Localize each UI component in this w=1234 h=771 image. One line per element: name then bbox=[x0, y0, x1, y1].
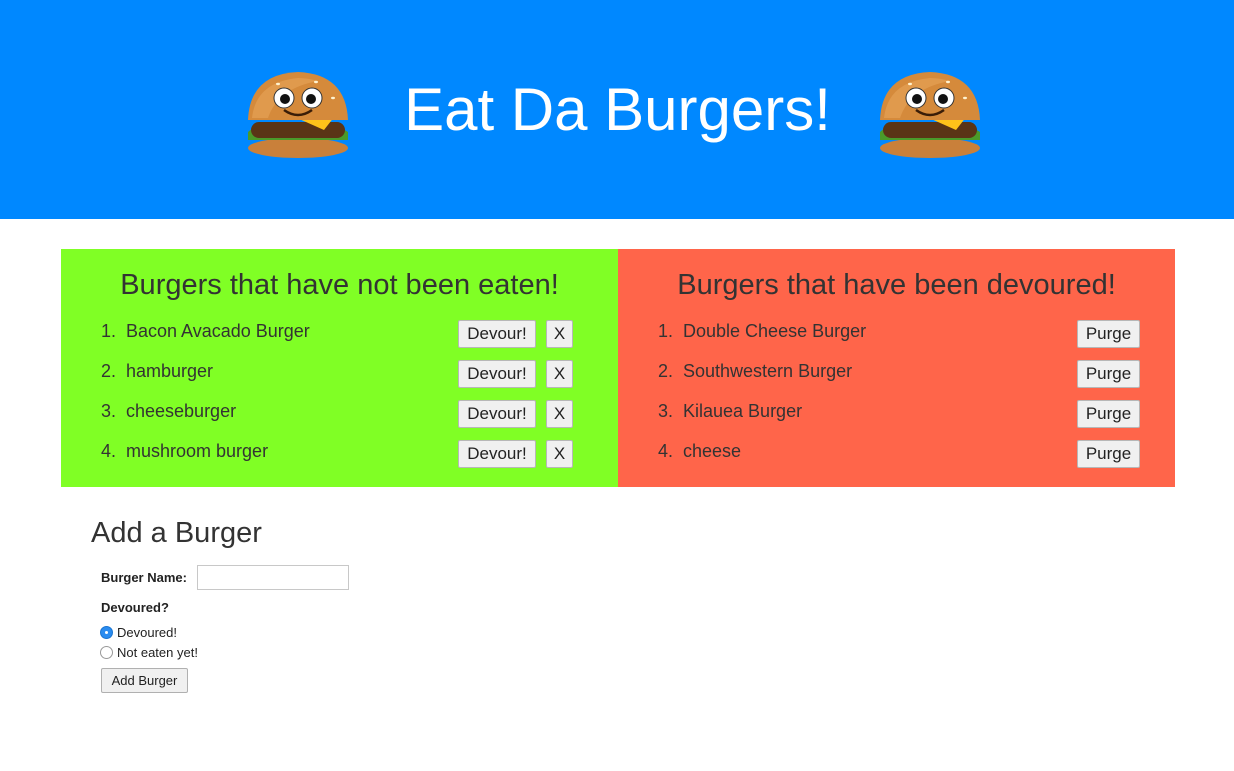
devour-button[interactable]: Devour! bbox=[458, 360, 536, 388]
devoured-question-label: Devoured? bbox=[101, 600, 169, 615]
item-number: 1. bbox=[101, 321, 117, 341]
page-header: Eat Da Burgers! bbox=[0, 0, 1234, 219]
page-title: Eat Da Burgers! bbox=[404, 76, 831, 143]
burger-name: Double Cheese Burger bbox=[683, 321, 867, 341]
uneaten-panel-title: Burgers that have not been eaten! bbox=[120, 269, 559, 301]
burger-name: Bacon Avacado Burger bbox=[126, 321, 310, 341]
list-item: 2. hamburger Devour! X bbox=[61, 360, 618, 400]
burger-mascot-icon bbox=[870, 68, 990, 160]
burger-name: Kilauea Burger bbox=[683, 401, 803, 421]
devour-button[interactable]: Devour! bbox=[458, 320, 536, 348]
burger-name: cheese bbox=[683, 441, 742, 461]
devoured-burgers-panel: Burgers that have been devoured! 1. Doub… bbox=[618, 249, 1175, 487]
burger-name: Southwestern Burger bbox=[683, 361, 853, 381]
burger-name: mushroom burger bbox=[126, 441, 269, 461]
list-item: 4. cheese Purge bbox=[618, 440, 1175, 480]
item-number: 2. bbox=[658, 361, 674, 381]
item-number: 1. bbox=[658, 321, 674, 341]
uneaten-burgers-panel: Burgers that have not been eaten! 1. Bac… bbox=[61, 249, 618, 487]
purge-button[interactable]: Purge bbox=[1077, 320, 1140, 348]
radio-label: Devoured! bbox=[117, 625, 177, 640]
devour-button[interactable]: Devour! bbox=[458, 440, 536, 468]
devour-button[interactable]: Devour! bbox=[458, 400, 536, 428]
devoured-panel-title: Burgers that have been devoured! bbox=[677, 269, 1116, 301]
delete-button[interactable]: X bbox=[546, 320, 573, 348]
radio-selected-icon[interactable] bbox=[100, 626, 113, 639]
delete-button[interactable]: X bbox=[546, 400, 573, 428]
burger-name: cheeseburger bbox=[126, 401, 237, 421]
purge-button[interactable]: Purge bbox=[1077, 400, 1140, 428]
item-number: 3. bbox=[658, 401, 674, 421]
item-number: 4. bbox=[101, 441, 117, 461]
delete-button[interactable]: X bbox=[546, 440, 573, 468]
burger-name: hamburger bbox=[126, 361, 214, 381]
burger-name-input[interactable] bbox=[197, 565, 349, 590]
purge-button[interactable]: Purge bbox=[1077, 440, 1140, 468]
burger-name-label: Burger Name: bbox=[101, 570, 187, 585]
list-item: 3. Kilauea Burger Purge bbox=[618, 400, 1175, 440]
item-number: 4. bbox=[658, 441, 674, 461]
delete-button[interactable]: X bbox=[546, 360, 573, 388]
add-burger-heading: Add a Burger bbox=[91, 517, 262, 549]
list-item: 1. Bacon Avacado Burger Devour! X bbox=[61, 320, 618, 360]
list-item: 2. Southwestern Burger Purge bbox=[618, 360, 1175, 400]
radio-unselected-icon[interactable] bbox=[100, 646, 113, 659]
add-burger-button[interactable]: Add Burger bbox=[101, 668, 188, 693]
list-item: 1. Double Cheese Burger Purge bbox=[618, 320, 1175, 360]
burger-mascot-icon bbox=[238, 68, 358, 160]
list-item: 3. cheeseburger Devour! X bbox=[61, 400, 618, 440]
item-number: 2. bbox=[101, 361, 117, 381]
list-item: 4. mushroom burger Devour! X bbox=[61, 440, 618, 480]
item-number: 3. bbox=[101, 401, 117, 421]
radio-label: Not eaten yet! bbox=[117, 645, 198, 660]
purge-button[interactable]: Purge bbox=[1077, 360, 1140, 388]
